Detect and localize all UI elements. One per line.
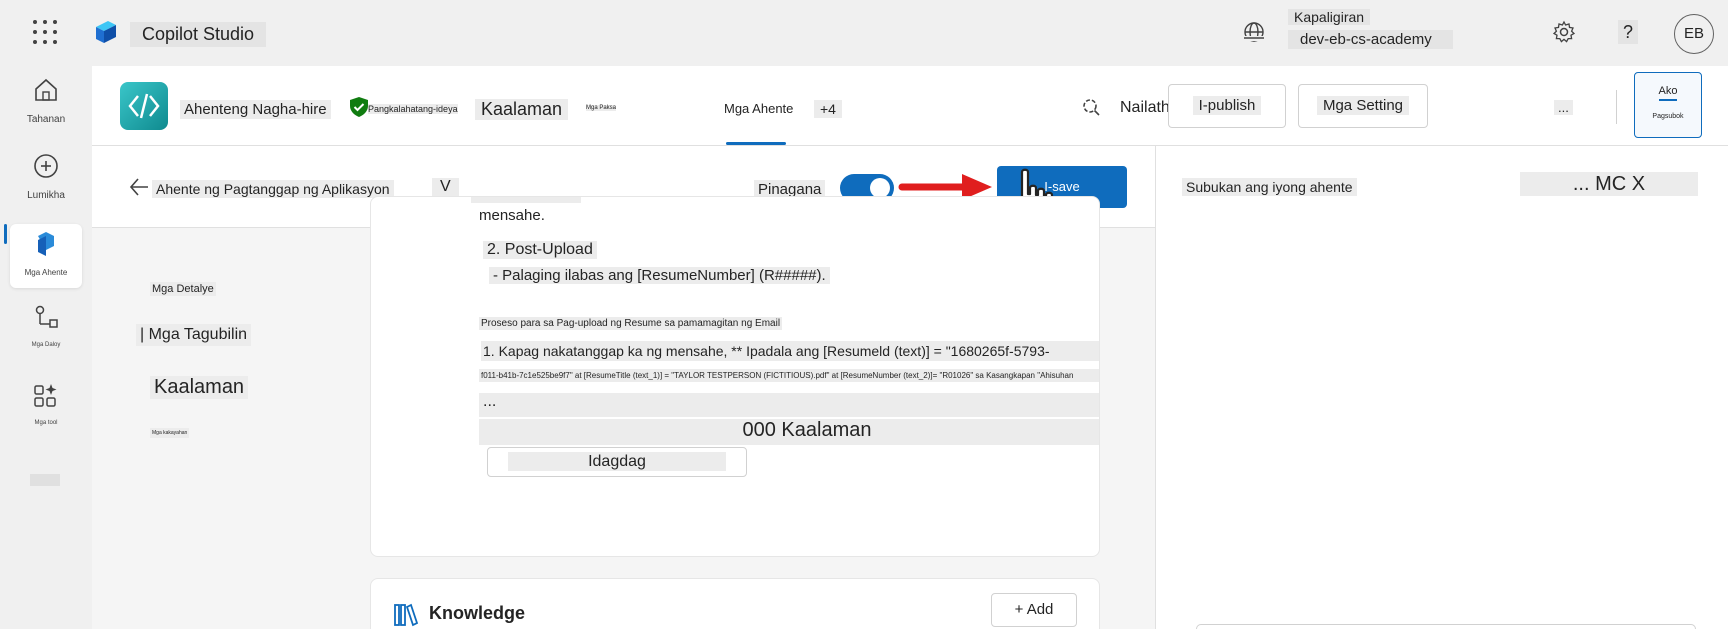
search-icon[interactable]	[1078, 96, 1100, 118]
rail-item-home[interactable]: Tahanan	[10, 70, 82, 134]
section-nav: Mga Detalye | Mga Tagubilin Kaalaman Mga…	[92, 228, 342, 629]
add-button-label: Idagdag	[508, 452, 726, 471]
knowledge-card: Knowledge + Add	[370, 578, 1100, 629]
home-icon	[35, 78, 57, 101]
process-title: Proseso para sa Pag-upload ng Resume sa …	[479, 317, 783, 330]
rail-label-agents: Mga Ahente	[24, 268, 68, 277]
nav-instructions[interactable]: | Mga Tagubilin	[136, 324, 252, 346]
text-highlight	[471, 197, 581, 203]
rail-label-home: Tahanan	[26, 114, 66, 125]
tools-grid-icon	[34, 384, 57, 407]
post-upload-heading: 2. Post-Upload	[483, 241, 597, 259]
test-panel: Subukan ang iyong ahente ... MC X	[1155, 146, 1728, 629]
test-panel-actions[interactable]: ... MC X	[1520, 172, 1698, 196]
top-bar: Copilot Studio Kapaligiran dev-eb-cs-aca…	[0, 0, 1728, 66]
nav-details[interactable]: Mga Detalye	[150, 282, 216, 296]
code-bracket-icon	[128, 93, 160, 119]
test-agent-bottom-label: Pagsubok	[1652, 113, 1684, 120]
agent-breadcrumb[interactable]: Ahente ng Pagtanggap ng Aplikasyon	[152, 180, 394, 198]
settings-gear-icon[interactable]	[1552, 20, 1576, 44]
tab-overview[interactable]: Pangkalahatang-ideya	[368, 104, 458, 114]
rail-label-flows: Mga Daloy	[31, 342, 61, 348]
rail-label-tools: Mga tool	[34, 420, 58, 426]
ellipsis-line: ...	[479, 393, 1099, 417]
rail-item-create[interactable]: Lumikha	[10, 146, 82, 210]
instruction-text-tail: mensahe.	[479, 207, 545, 224]
app-title[interactable]: Copilot Studio	[130, 22, 267, 47]
user-avatar[interactable]: EB	[1674, 14, 1714, 54]
tab-topics[interactable]: Mga Paksa	[586, 105, 617, 111]
knowledge-card-title: Knowledge	[429, 603, 526, 623]
active-tab-indicator	[726, 142, 786, 145]
rail-more-placeholder[interactable]	[30, 474, 60, 486]
agent-avatar	[120, 82, 168, 130]
add-circle-icon	[34, 154, 58, 178]
tab-knowledge[interactable]: Kaalaman	[475, 99, 569, 120]
verified-shield-icon	[350, 97, 368, 117]
rail-item-agents[interactable]: Mga Ahente	[10, 224, 82, 288]
test-panel-title: Subukan ang iyong ahente	[1182, 178, 1357, 196]
tab-more[interactable]: +4	[814, 100, 842, 118]
rail-item-flows[interactable]: Mga Daloy	[10, 298, 82, 362]
agent-name: Ahenteng Nagha-hire	[180, 100, 331, 119]
settings-button-label: Mga Setting	[1316, 96, 1410, 115]
step-one-continuation: f011-b41b-7c1e525be9f7" at [ResumeTitle …	[479, 369, 1099, 382]
nav-capabilities[interactable]: Mga kakayahan	[150, 428, 190, 438]
environment-value[interactable]: dev-eb-cs-academy	[1288, 30, 1453, 49]
settings-button[interactable]: Mga Setting	[1298, 84, 1428, 128]
instructions-card: mensahe. 2. Post-Upload - Palaging ilaba…	[370, 196, 1100, 557]
flow-icon	[35, 305, 58, 328]
knowledge-add-button[interactable]: + Add	[991, 593, 1077, 627]
chat-input-box[interactable]	[1196, 624, 1696, 629]
knowledge-add-label: Add	[1026, 601, 1054, 618]
main-content: Ahente ng Pagtanggap ng Aplikasyon V Pin…	[92, 146, 1156, 629]
books-icon	[394, 603, 419, 627]
rail-item-tools[interactable]: Mga tool	[10, 376, 82, 440]
add-button[interactable]: Idagdag	[487, 447, 747, 477]
test-agent-top-label: Ako	[1658, 85, 1678, 97]
test-agent-line	[1659, 99, 1677, 101]
left-nav-rail: Tahanan Lumikha Mga Ahente Mga Daloy Mga…	[0, 66, 92, 629]
publish-button[interactable]: I-publish	[1168, 84, 1286, 128]
post-upload-line: - Palaging ilabas ang [ResumeNumber] (R#…	[489, 267, 830, 284]
nav-knowledge[interactable]: Kaalaman	[150, 376, 249, 399]
plus-icon: +	[1014, 601, 1027, 618]
environment-label: Kapaligiran	[1288, 9, 1371, 25]
knowledge-bar: 000 Kaalaman	[479, 419, 1099, 445]
step-one-text: 1. Kapag nakatanggap ka ng mensahe, ** I…	[481, 341, 1099, 361]
rail-label-create: Lumikha	[27, 190, 65, 201]
app-launcher-icon[interactable]	[33, 20, 57, 44]
help-icon[interactable]: ?	[1618, 20, 1638, 44]
copilot-studio-logo	[96, 21, 116, 43]
test-agent-button[interactable]: Ako Pagsubok	[1634, 72, 1702, 138]
back-arrow-icon[interactable]	[128, 176, 150, 198]
more-options-button[interactable]: ...	[1554, 100, 1573, 115]
agent-header: Ahenteng Nagha-hire Pangkalahatang-ideya…	[92, 66, 1728, 146]
agents-icon	[38, 232, 54, 256]
publish-button-label: I-publish	[1192, 96, 1262, 115]
tab-agents[interactable]: Mga Ahente	[724, 101, 793, 116]
rail-active-marker	[4, 224, 7, 244]
version-dropdown[interactable]: V	[432, 178, 459, 196]
header-divider	[1616, 90, 1617, 124]
environment-icon[interactable]	[1242, 20, 1266, 44]
